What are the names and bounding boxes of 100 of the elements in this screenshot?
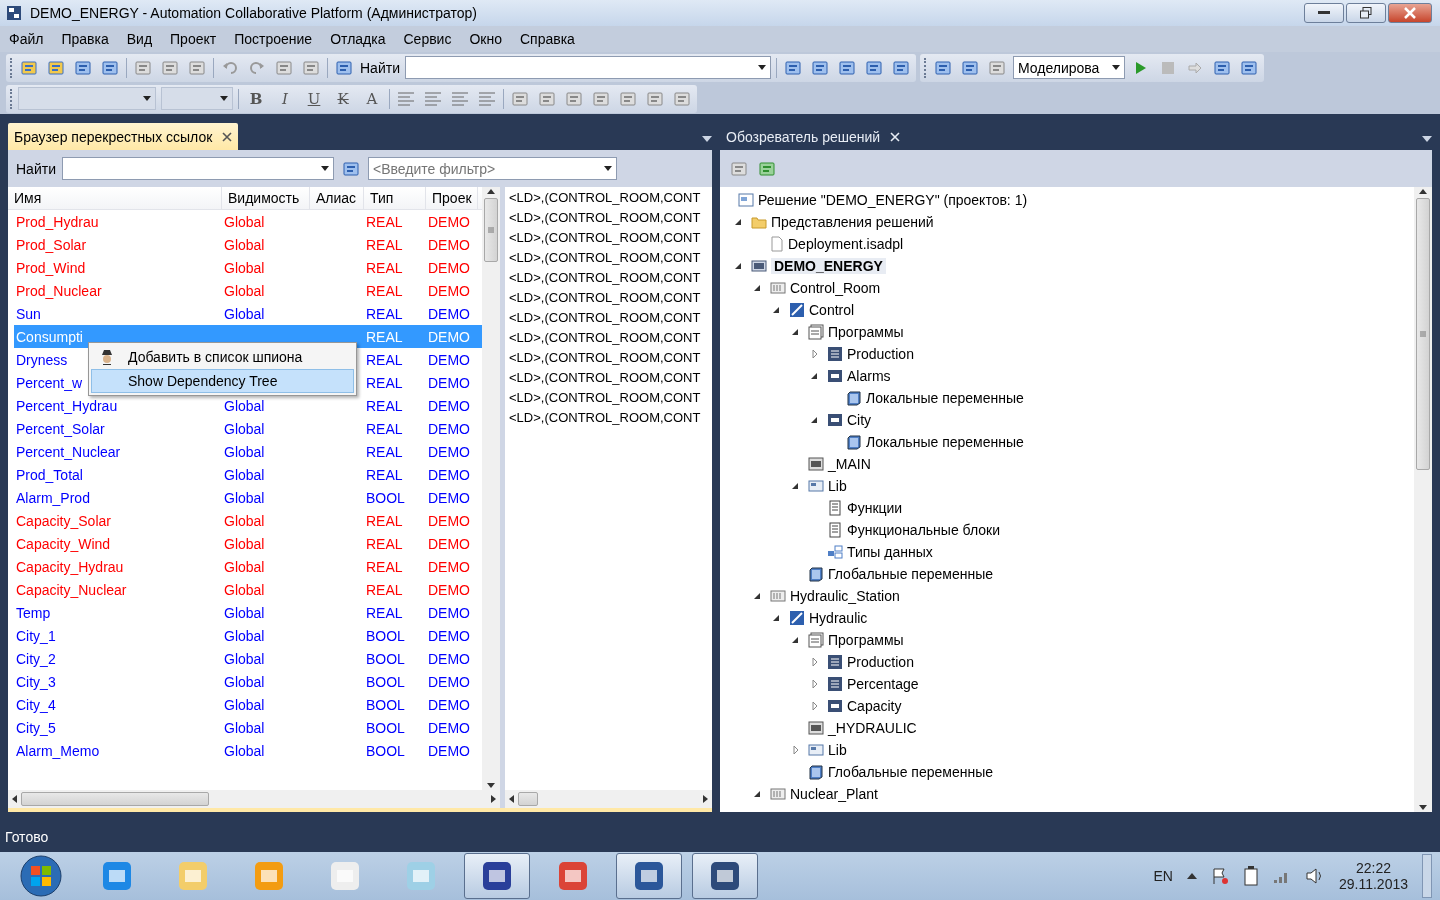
filter-combobox[interactable]: <Введите фильтр> — [367, 157, 617, 180]
format-button[interactable]: U — [302, 87, 326, 110]
format-button[interactable]: I — [273, 87, 297, 110]
taskbar-button[interactable] — [464, 853, 530, 899]
tree-item[interactable]: Функциональные блоки — [847, 522, 1001, 538]
tree-item[interactable]: _MAIN — [828, 456, 871, 472]
tree-item[interactable]: Глобальные переменные — [828, 566, 993, 582]
scroll-left-icon[interactable] — [12, 795, 17, 803]
table-row[interactable]: Capacity_Nuclear Global REAL DEMO — [14, 578, 482, 601]
table-row[interactable]: Alarm_Prod Global BOOL DEMO — [14, 486, 482, 509]
format-button[interactable]: K — [331, 87, 355, 110]
table-row[interactable]: Prod_Hydrau Global REAL DEMO — [14, 210, 482, 233]
tree-item[interactable]: Программы — [828, 324, 904, 340]
table-row[interactable]: Sun Global REAL DEMO — [14, 302, 482, 325]
tree-item[interactable]: Hydraulic_Station — [790, 588, 900, 604]
table-row[interactable]: City_2 Global BOOL DEMO — [14, 647, 482, 670]
column-header[interactable]: Алиас — [310, 187, 364, 209]
horizontal-scrollbar[interactable] — [8, 790, 500, 808]
menu-item[interactable]: Вид — [126, 31, 162, 47]
tree-item[interactable]: Lib — [828, 742, 847, 758]
tree-item[interactable]: Control — [809, 302, 855, 318]
scrollbar-thumb[interactable] — [518, 792, 538, 806]
tree-item[interactable]: Nuclear_Plant — [790, 786, 878, 802]
battery-icon[interactable] — [1242, 866, 1259, 886]
reference-line[interactable]: <LD>,(CONTROL_ROOM,CONT — [509, 330, 701, 350]
flag-icon[interactable] — [1210, 867, 1229, 885]
tree-item[interactable]: Capacity — [847, 698, 902, 714]
clock-date[interactable]: 29.11.2013 — [1338, 876, 1408, 892]
tree-item[interactable]: Решение "DEMO_ENERGY" (проектов: 1) — [758, 192, 1028, 208]
table-row[interactable]: Percent_Nuclear Global REAL DEMO — [14, 440, 482, 463]
scroll-right-icon[interactable] — [491, 795, 496, 803]
scroll-right-icon[interactable] — [703, 795, 708, 803]
scrollbar-thumb[interactable] — [21, 792, 209, 806]
filter-input[interactable]: <Введите фильтр> — [372, 160, 593, 177]
tree-item[interactable]: _HYDRAULIC — [828, 720, 917, 736]
table-row[interactable]: Capacity_Solar Global REAL DEMO — [14, 509, 482, 532]
scroll-up-icon[interactable] — [1419, 189, 1427, 194]
table-row[interactable]: Alarm_Memo Global BOOL DEMO — [14, 739, 482, 762]
column-header[interactable]: Тип — [364, 187, 426, 209]
tree-item[interactable]: Alarms — [847, 368, 891, 384]
format-button[interactable]: A — [360, 87, 384, 110]
reference-line[interactable]: <LD>,(CONTROL_ROOM,CONT — [509, 310, 701, 330]
find-combobox[interactable] — [404, 56, 771, 79]
panel-tab[interactable]: Обозреватель решений — [720, 123, 907, 150]
minimize-button[interactable] — [1304, 3, 1344, 23]
tree-item[interactable]: Локальные переменные — [866, 434, 1024, 450]
reference-line[interactable]: <LD>,(CONTROL_ROOM,CONT — [509, 210, 701, 230]
context-menu-item[interactable]: Show Dependency Tree — [91, 369, 354, 393]
menu-item[interactable]: Отладка — [330, 31, 395, 47]
reference-line[interactable]: <LD>,(CONTROL_ROOM,CONT — [509, 410, 701, 430]
reference-line[interactable]: <LD>,(CONTROL_ROOM,CONT — [509, 190, 701, 210]
column-header[interactable]: Проек — [426, 187, 478, 209]
table-row[interactable]: Percent_Solar Global REAL DEMO — [14, 417, 482, 440]
reference-line[interactable]: <LD>,(CONTROL_ROOM,CONT — [509, 370, 701, 390]
tree-item[interactable]: Типы данных — [847, 544, 933, 560]
tree-item[interactable]: Control_Room — [790, 280, 881, 296]
tree-item[interactable]: Percentage — [847, 676, 919, 692]
tree-item[interactable]: Hydraulic — [809, 610, 868, 626]
scroll-down-icon[interactable] — [487, 783, 495, 788]
menu-item[interactable]: Сервис — [403, 31, 461, 47]
tree-item[interactable]: DEMO_ENERGY — [771, 258, 886, 274]
column-header[interactable]: Видимость — [222, 187, 310, 209]
tree-item[interactable]: Локальные переменные — [866, 390, 1024, 406]
table-row[interactable]: Prod_Wind Global REAL DEMO — [14, 256, 482, 279]
show-desktop-button[interactable] — [1422, 854, 1432, 898]
tree-item[interactable]: Production — [847, 346, 914, 362]
taskbar-button[interactable] — [692, 853, 758, 899]
format-button[interactable]: B — [244, 87, 268, 110]
menu-item[interactable]: Построение — [234, 31, 322, 47]
clock-time[interactable]: 22:22 — [1355, 860, 1391, 876]
menu-item[interactable]: Окно — [469, 31, 511, 47]
language-indicator[interactable]: EN — [1153, 868, 1173, 884]
tree-item[interactable]: Lib — [828, 478, 847, 494]
table-row[interactable]: City_5 Global BOOL DEMO — [14, 716, 482, 739]
scroll-up-icon[interactable] — [487, 189, 495, 194]
show-hidden-icon[interactable] — [1186, 873, 1197, 879]
table-row[interactable]: Capacity_Hydrau Global REAL DEMO — [14, 555, 482, 578]
tree-item[interactable]: Представления решений — [771, 214, 934, 230]
restore-button[interactable] — [1346, 3, 1386, 23]
table-row[interactable]: Capacity_Wind Global REAL DEMO — [14, 532, 482, 555]
table-row[interactable]: Prod_Nuclear Global REAL DEMO — [14, 279, 482, 302]
menu-item[interactable]: Справка — [520, 31, 584, 47]
table-row[interactable]: Prod_Total Global REAL DEMO — [14, 463, 482, 486]
column-header[interactable]: Имя — [8, 187, 222, 209]
table-row[interactable]: Prod_Solar Global REAL DEMO — [14, 233, 482, 256]
dropdown-caret-icon[interactable] — [702, 136, 712, 142]
taskbar-button[interactable] — [616, 853, 682, 899]
tree-item[interactable]: Deployment.isadpl — [788, 236, 904, 252]
find-combobox[interactable] — [61, 157, 334, 180]
reference-line[interactable]: <LD>,(CONTROL_ROOM,CONT — [509, 250, 701, 270]
horizontal-scrollbar[interactable] — [505, 790, 712, 808]
table-row[interactable]: Percent_Hydrau Global REAL DEMO — [14, 394, 482, 417]
panel-tab[interactable]: Браузер перекрестных ссылок — [8, 123, 239, 150]
reference-line[interactable]: <LD>,(CONTROL_ROOM,CONT — [509, 390, 701, 410]
vertical-scrollbar[interactable] — [1414, 187, 1432, 812]
reference-line[interactable]: <LD>,(CONTROL_ROOM,CONT — [509, 290, 701, 310]
tree-item[interactable]: Глобальные переменные — [828, 764, 993, 780]
table-row[interactable]: City_1 Global BOOL DEMO — [14, 624, 482, 647]
scroll-down-icon[interactable] — [1419, 805, 1427, 810]
menu-item[interactable]: Файл — [9, 31, 53, 47]
